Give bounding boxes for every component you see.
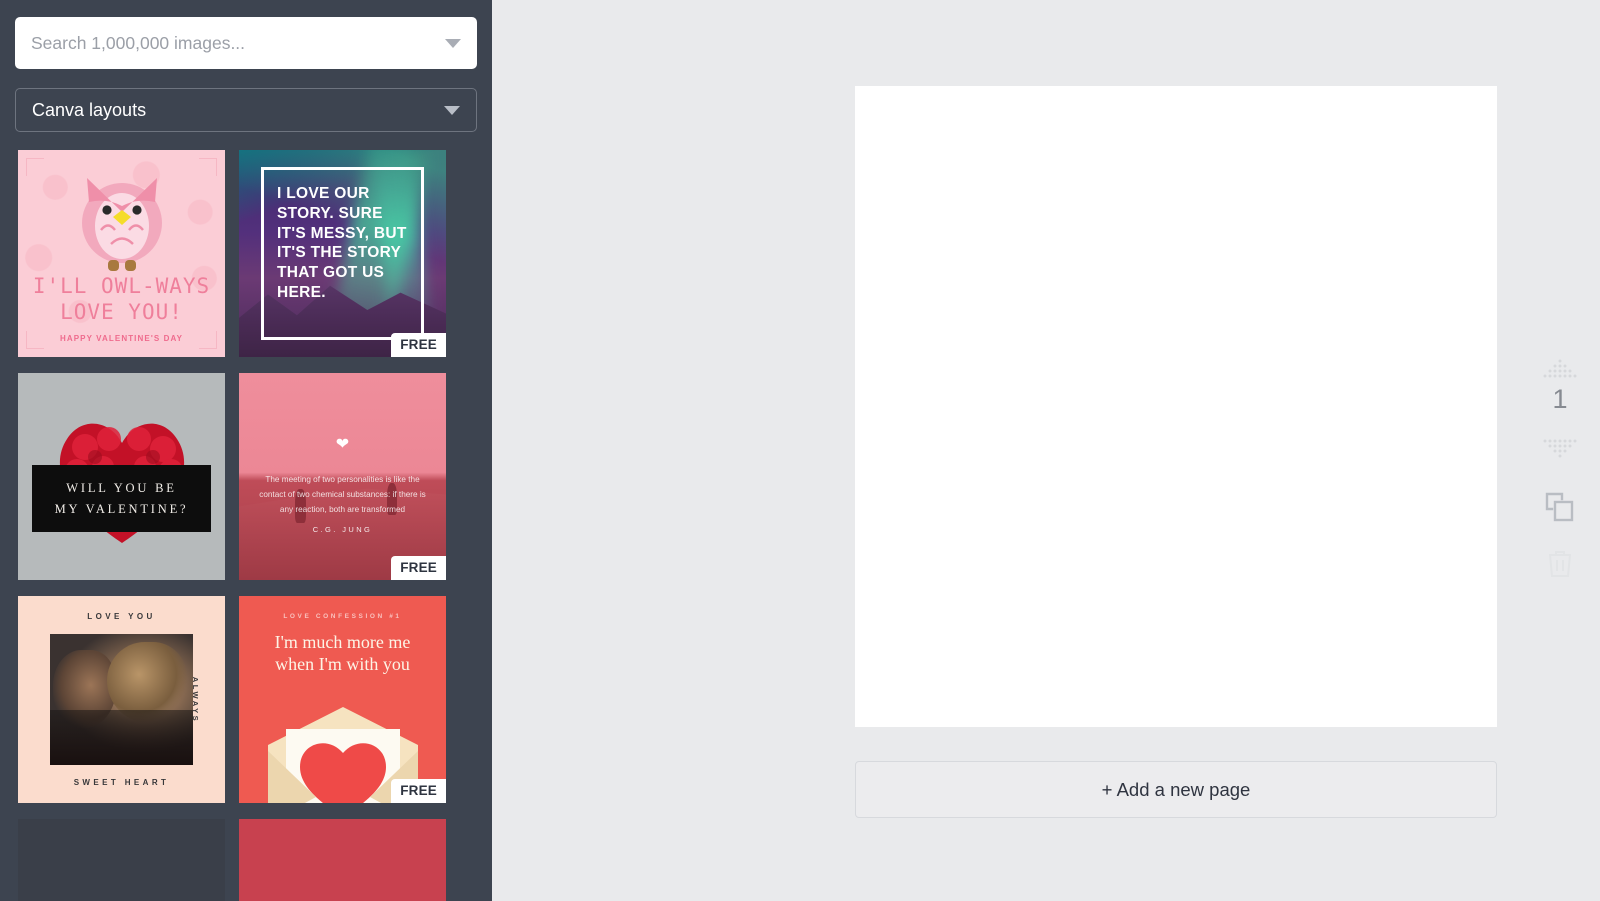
add-new-page-button[interactable]: + Add a new page: [855, 761, 1497, 818]
heart-icon: ❤: [335, 436, 350, 453]
owl-headline-line2: LOVE YOU!: [60, 299, 183, 324]
rose-caption-line1: WILL YOU BE: [66, 481, 177, 495]
rose-caption-line2: MY VALENTINE?: [54, 501, 189, 516]
editor-main-area: + Add a new page 1: [492, 0, 1600, 901]
confession-title-line2: when I'm with you: [275, 653, 410, 674]
search-input[interactable]: [31, 32, 445, 54]
confession-kicker-text: LOVE CONFESSION #1: [283, 613, 402, 620]
canva-layouts-label: Canva layouts: [32, 99, 147, 120]
owl-headline-line1: I'LL OWL-WAYS: [32, 274, 211, 298]
love-you-bottom-text: SWEET HEART: [73, 778, 170, 787]
template-thumbnail-partial-crimson[interactable]: [239, 819, 446, 901]
chevron-up-icon[interactable]: [1542, 358, 1578, 380]
chevron-down-icon[interactable]: [445, 38, 461, 48]
corner-ornament: [199, 158, 217, 176]
jung-quote-text: The meeting of two personalities is like…: [259, 475, 426, 515]
template-grid: I'LL OWL-WAYS LOVE YOU! HAPPY VALENTINE'…: [15, 150, 477, 901]
design-canvas-page[interactable]: [855, 86, 1497, 727]
free-badge: FREE: [391, 333, 446, 357]
aurora-quote-text: I LOVE OUR STORY. SURE IT'S MESSY, BUT I…: [277, 185, 407, 302]
template-thumbnail-love-you-photo[interactable]: LOVE YOU FOREVER ALWAYS SWEET HEART: [18, 596, 225, 803]
template-thumbnail-aurora[interactable]: I LOVE OUR STORY. SURE IT'S MESSY, BUT I…: [239, 150, 446, 357]
owl-subtitle: HAPPY VALENTINE'S DAY: [59, 334, 184, 343]
photo-shadow: [50, 709, 193, 765]
template-thumbnail-jung-quote[interactable]: ❤ The meeting of two personalities is li…: [239, 373, 446, 580]
page-controls-rail: 1: [1520, 0, 1600, 901]
search-box[interactable]: [15, 17, 477, 69]
chevron-down-icon[interactable]: [444, 105, 460, 115]
add-new-page-label: + Add a new page: [1101, 778, 1251, 800]
free-badge: FREE: [391, 556, 446, 580]
template-thumbnail-rose-heart[interactable]: WILL YOU BE MY VALENTINE?: [18, 373, 225, 580]
couple-photo: [50, 634, 193, 765]
confession-title-line1: I'm much more me: [274, 632, 411, 652]
trash-icon[interactable]: [1547, 548, 1573, 578]
corner-ornament: [26, 158, 44, 176]
rose-heart-caption: WILL YOU BE MY VALENTINE?: [32, 465, 211, 533]
owl-icon: [81, 178, 162, 271]
free-badge: FREE: [391, 779, 446, 803]
template-thumbnail-love-confession[interactable]: LOVE CONFESSION #1 I'm much more me when…: [239, 596, 446, 803]
jung-author-text: C.G. JUNG: [312, 525, 373, 534]
sidebar-content: Canva layouts: [0, 0, 492, 901]
chevron-down-icon[interactable]: [1542, 438, 1578, 460]
left-sidebar: Canva layouts: [0, 0, 492, 901]
owl-artwork: I'LL OWL-WAYS LOVE YOU! HAPPY VALENTINE'…: [18, 150, 225, 357]
love-you-top-text: LOVE YOU: [87, 612, 156, 621]
template-thumbnail-owl[interactable]: I'LL OWL-WAYS LOVE YOU! HAPPY VALENTINE'…: [18, 150, 225, 357]
duplicate-icon[interactable]: [1545, 492, 1575, 522]
owl-headline: I'LL OWL-WAYS LOVE YOU!: [18, 274, 225, 325]
canva-editor: Canva layouts: [0, 0, 1600, 901]
template-thumbnail-partial-dark[interactable]: [18, 819, 225, 901]
confession-title: I'm much more me when I'm with you: [249, 632, 436, 676]
page-number-indicator: 1: [1552, 384, 1568, 414]
canva-layouts-dropdown[interactable]: Canva layouts: [15, 88, 477, 132]
